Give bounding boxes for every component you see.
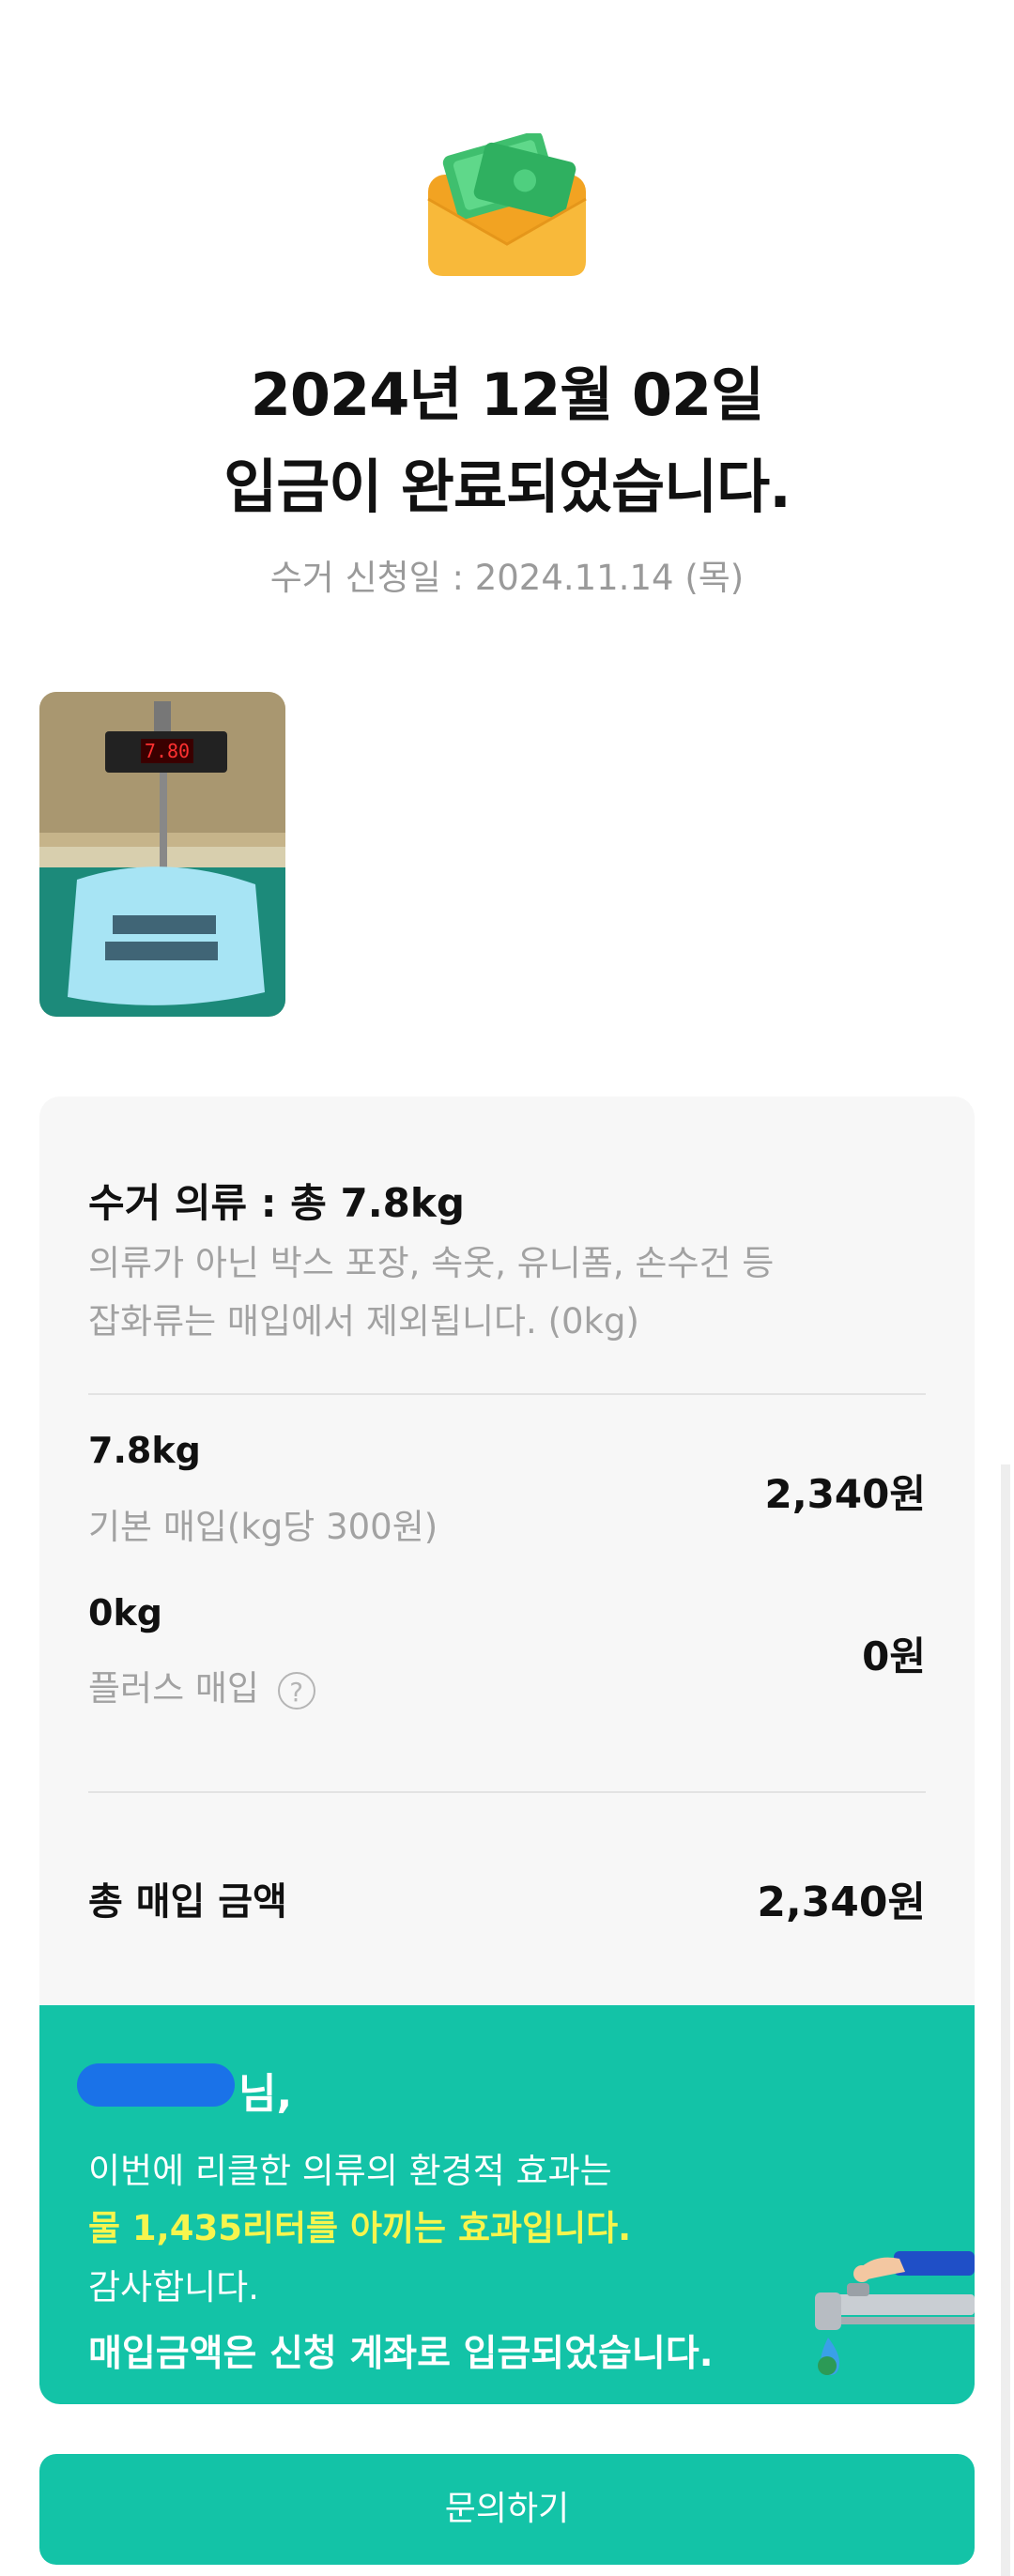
total-purchase-amount: 2,340원 — [757, 1878, 926, 1926]
divider — [88, 1393, 926, 1395]
thanks-text: 감사합니다. — [88, 2267, 259, 2308]
purchase-summary-card: 수거 의류 : 총 7.8kg 의류가 아닌 박스 포장, 속옷, 유니폼, 손… — [39, 1096, 975, 2404]
exclusion-note: 의류가 아닌 박스 포장, 속옷, 유니폼, 손수건 등 잡화류는 매입에서 제… — [88, 1234, 896, 1351]
user-name-suffix: 님, — [238, 2070, 293, 2118]
total-purchase-label: 총 매입 금액 — [88, 1880, 287, 1924]
collection-photo[interactable]: 7.80 — [39, 692, 285, 1017]
plus-purchase-amount: 0원 — [862, 1633, 926, 1679]
impact-message-box: 님, 이번에 리클한 의류의 환경적 효과는 물 1,435리터를 아끼는 효과… — [39, 2005, 975, 2404]
question-circle-icon[interactable]: ? — [277, 1671, 315, 1710]
deposit-notice: 매입금액은 신청 계좌로 입금되었습니다. — [88, 2333, 714, 2375]
basic-weight: 7.8kg — [88, 1430, 201, 1471]
basic-purchase-label: 기본 매입(kg당 300원) — [88, 1507, 438, 1547]
plus-weight: 0kg — [88, 1592, 162, 1633]
inquiry-button[interactable]: 문의하기 — [39, 2454, 975, 2565]
plus-purchase-row: 플러스 매입 ? — [88, 1660, 315, 1710]
impact-line: 이번에 리클한 의류의 환경적 효과는 — [88, 2151, 612, 2191]
page-title-status: 입금이 완료되었습니다. — [223, 452, 791, 521]
money-envelope-icon — [424, 130, 590, 284]
plus-purchase-label: 플러스 매입 — [88, 1668, 259, 1709]
faucet-icon — [800, 2251, 975, 2383]
divider — [88, 1791, 926, 1793]
collected-clothes-title: 수거 의류 : 총 7.8kg — [88, 1180, 465, 1226]
scale-display: 7.80 — [145, 740, 190, 762]
exclusion-note-line: 의류가 아닌 박스 포장, 속옷, 유니폼, 손수건 등 — [88, 1243, 775, 1283]
page-title-date: 2024년 12월 02일 — [250, 360, 764, 429]
scrollbar[interactable] — [1001, 1464, 1010, 2576]
request-date: 수거 신청일 : 2024.11.14 (목) — [269, 558, 745, 598]
redacted-user-name — [77, 2063, 235, 2107]
basic-purchase-amount: 2,340원 — [764, 1471, 927, 1517]
exclusion-note-line: 잡화류는 매입에서 제외됩니다. (0kg) — [88, 1301, 639, 1342]
impact-highlight: 물 1,435리터를 아끼는 효과입니다. — [88, 2208, 632, 2248]
